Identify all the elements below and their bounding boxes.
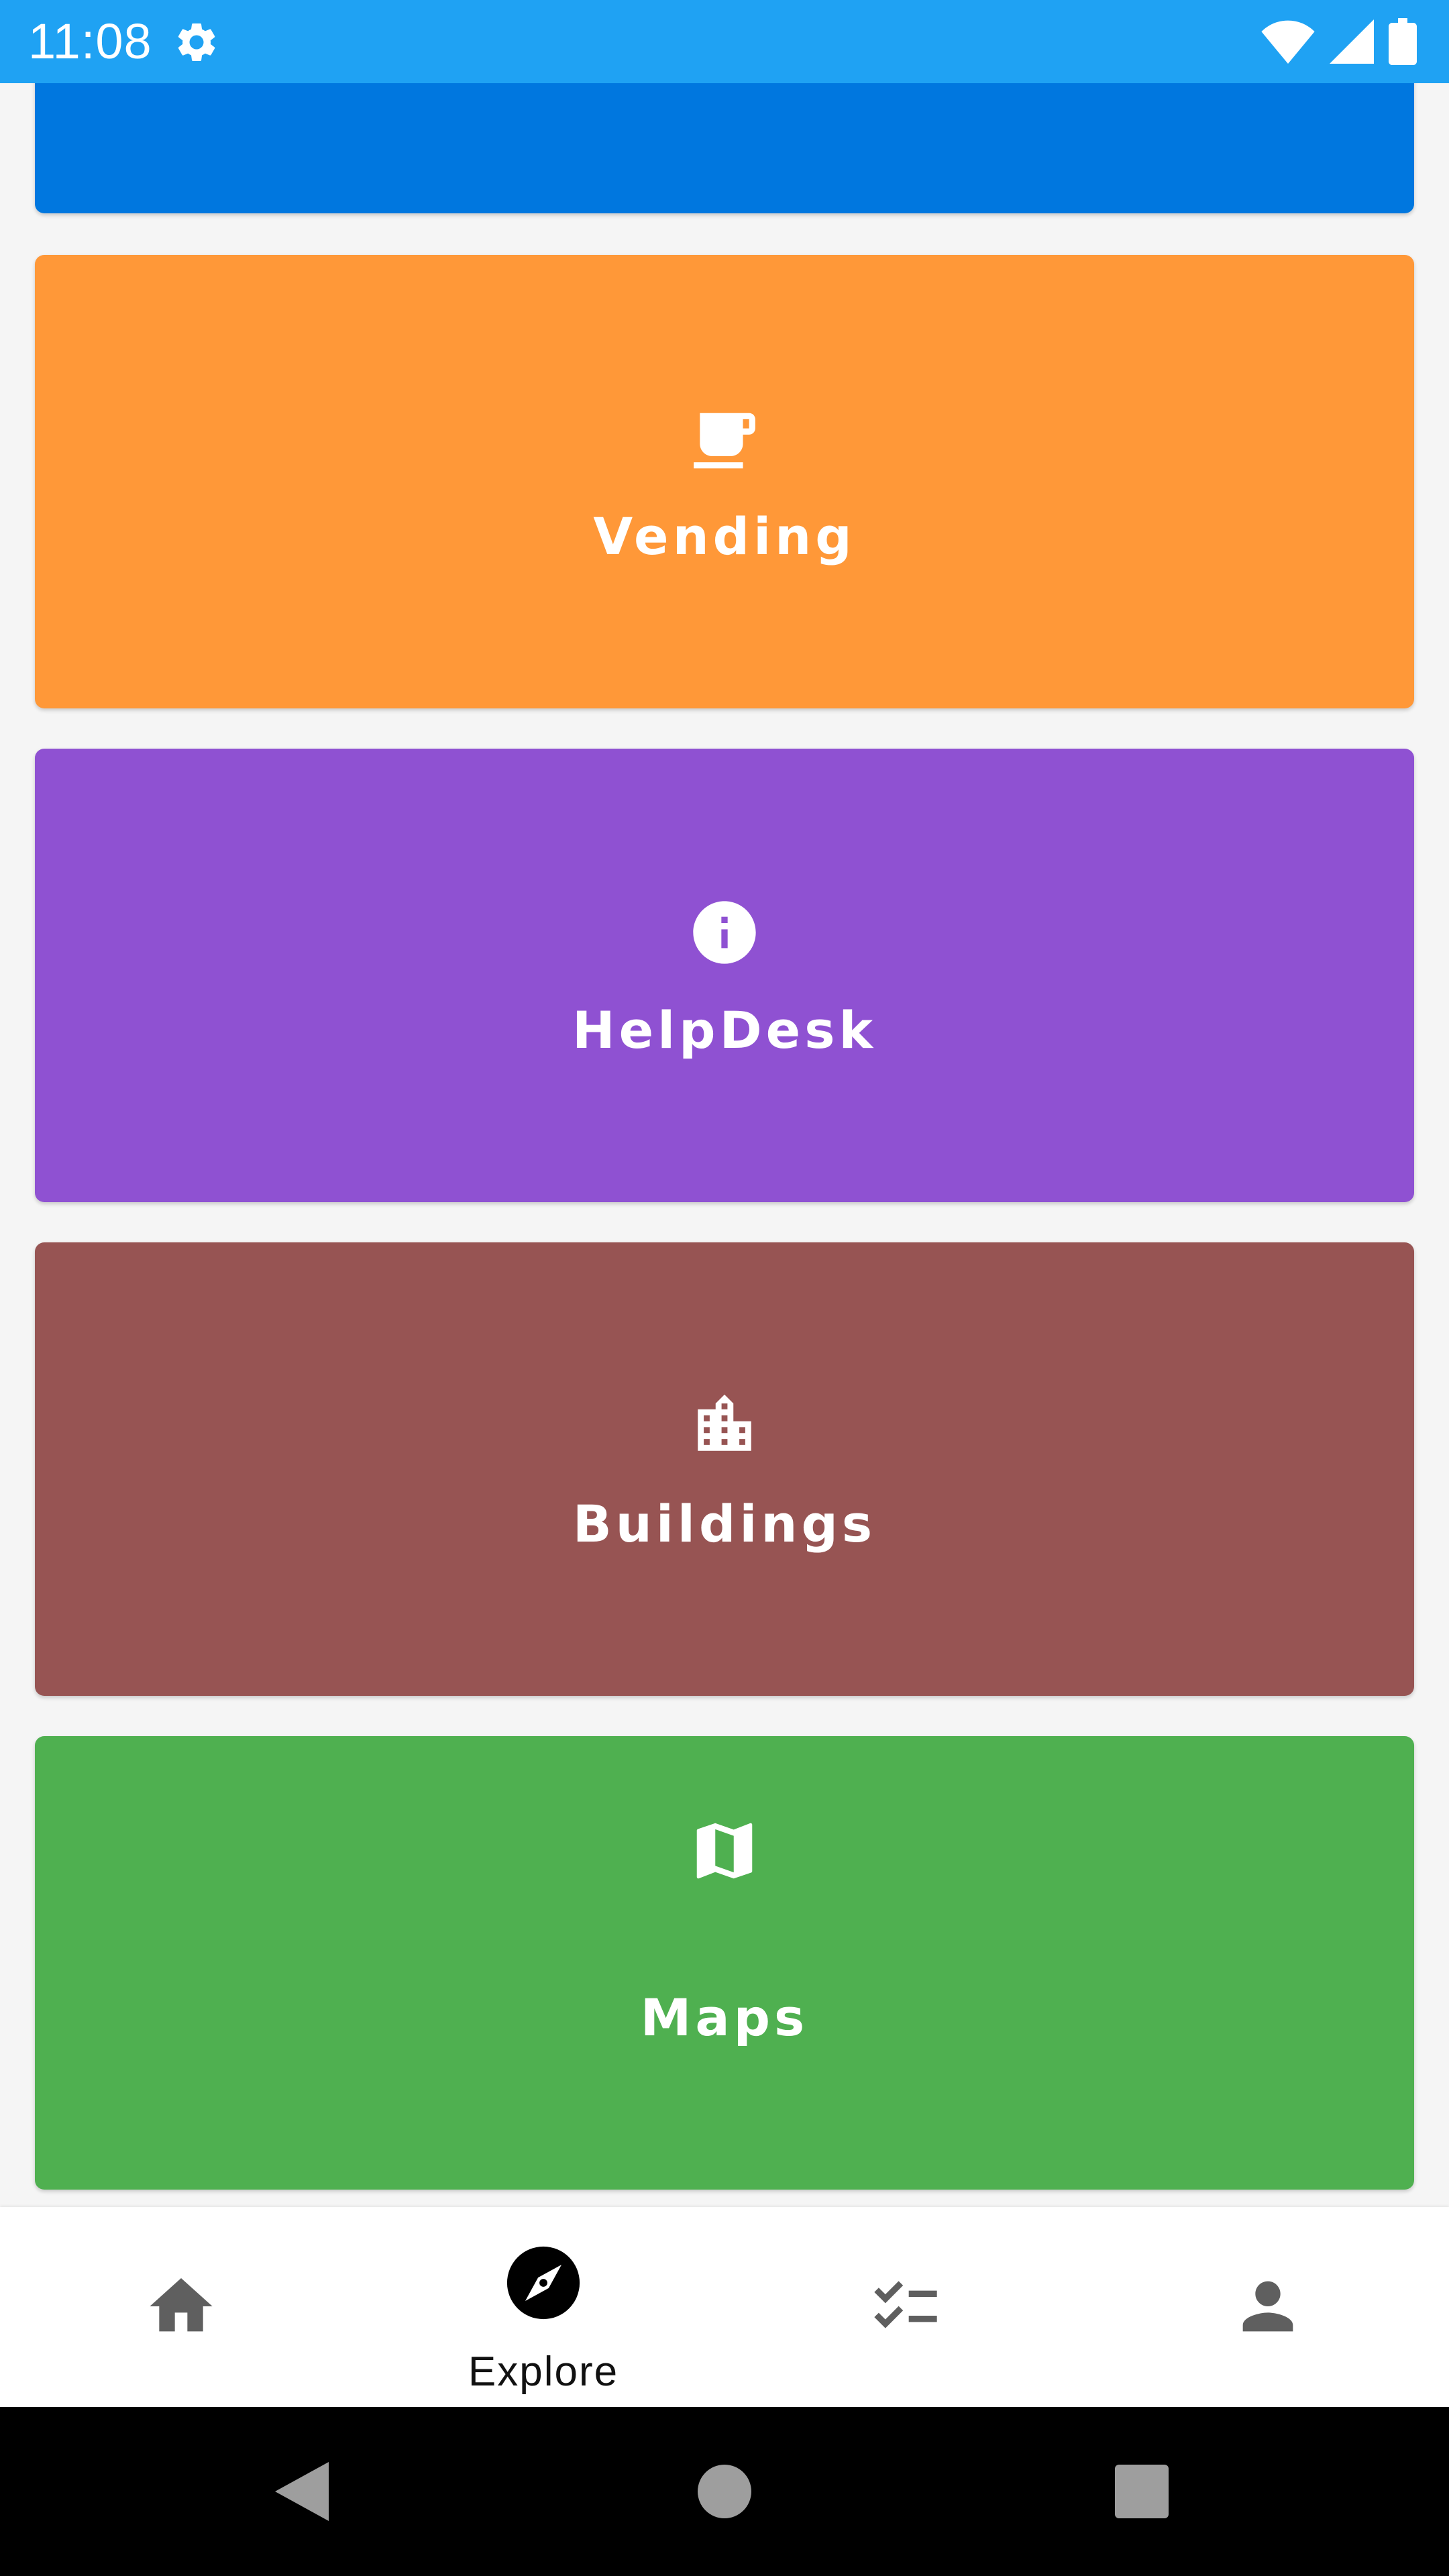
- tile-maps[interactable]: Maps: [35, 1736, 1414, 2190]
- back-icon: [275, 2462, 329, 2521]
- map-icon: [696, 1823, 753, 1879]
- back-button[interactable]: [221, 2407, 382, 2576]
- battery-icon: [1389, 18, 1417, 65]
- compass-icon: [506, 2246, 580, 2320]
- recents-button[interactable]: [1061, 2407, 1222, 2576]
- checklist-icon: [874, 2281, 937, 2328]
- home-icon: [150, 2278, 213, 2332]
- nav-item-tasks[interactable]: [724, 2207, 1087, 2407]
- recents-icon: [1115, 2465, 1169, 2518]
- nav-item-profile[interactable]: [1087, 2207, 1449, 2407]
- status-icons: [1261, 17, 1417, 66]
- tile-helpdesk[interactable]: HelpDesk: [35, 749, 1414, 1202]
- tile-helpdesk-label: HelpDesk: [572, 1000, 877, 1060]
- info-icon: [693, 901, 756, 964]
- status-time: 11:08: [28, 13, 152, 69]
- coffee-cup-icon: [694, 413, 755, 469]
- nav-item-explore[interactable]: Explore: [362, 2207, 724, 2407]
- nav-item-home[interactable]: [0, 2207, 362, 2407]
- nav-label-explore: Explore: [468, 2349, 619, 2395]
- wifi-icon: [1261, 20, 1315, 64]
- status-bar: 11:08: [0, 0, 1449, 83]
- tile-top-partial[interactable]: [35, 83, 1414, 213]
- building-icon: [698, 1394, 751, 1451]
- person-icon: [1242, 2281, 1293, 2332]
- tile-buildings-label: Buildings: [572, 1494, 877, 1554]
- tile-vending[interactable]: Vending: [35, 255, 1414, 708]
- explore-content[interactable]: Vending HelpDesk Buildings Maps: [0, 83, 1449, 2207]
- tile-vending-label: Vending: [593, 506, 856, 566]
- home-circle-icon: [698, 2465, 751, 2518]
- gear-icon: [178, 23, 215, 61]
- system-navigation-bar: [0, 2407, 1449, 2576]
- cell-signal-icon: [1330, 19, 1374, 64]
- tile-buildings[interactable]: Buildings: [35, 1242, 1414, 1696]
- bottom-navigation: Explore: [0, 2207, 1449, 2407]
- tile-maps-label: Maps: [640, 1988, 809, 2047]
- home-button[interactable]: [644, 2407, 805, 2576]
